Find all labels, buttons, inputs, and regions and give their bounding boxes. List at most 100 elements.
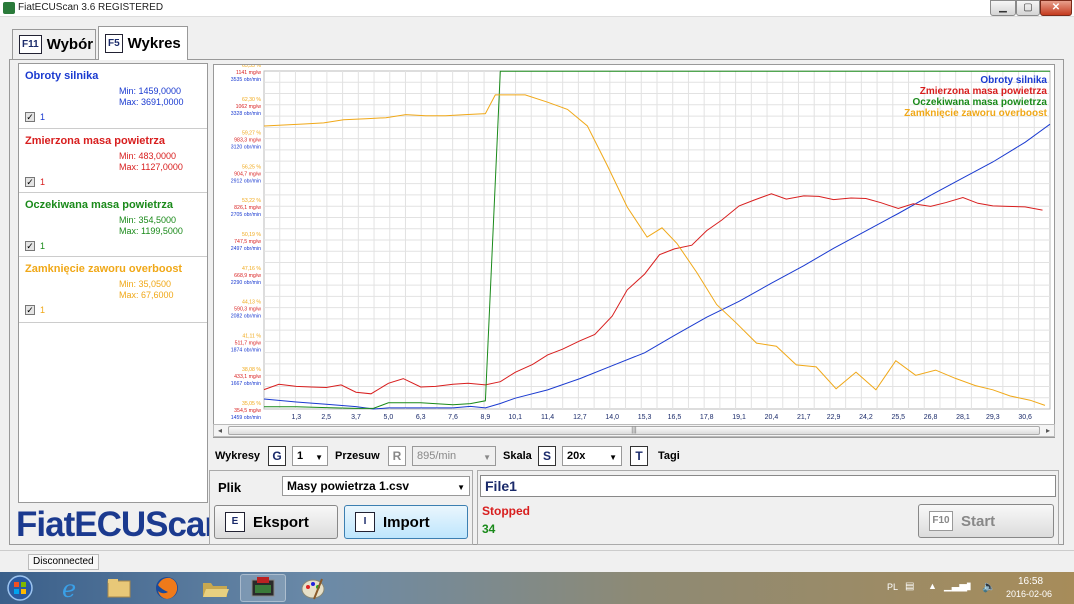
network-signal-icon[interactable]: ▁▃▅ — [944, 581, 967, 592]
chart-area: 1,3 2,5 3,7 5,0 6,3 7,6 8,9 10,1 11,4 12,7 14,0 15,… — [213, 64, 1055, 438]
tagi-key[interactable]: T — [630, 446, 648, 466]
import-button[interactable]: I Import — [344, 505, 468, 539]
y-tick-label: 2912 obr/min — [231, 178, 261, 184]
chart-horizontal-scrollbar[interactable]: ◂ ||| ▸ — [213, 424, 1055, 437]
keyboard-icon[interactable]: ▤ — [905, 581, 914, 592]
series-item[interactable]: Oczekiwana masa powietrza Min: 354,5000 … — [19, 193, 207, 257]
taskbar: e PL ▤ ▲ ▁▃▅ ▮ 🔈 16:58 2016-02-06 — [0, 572, 1074, 604]
x-tick-label: 16,5 — [668, 414, 682, 421]
legend-entry: Zmierzona masa powietrza — [920, 86, 1048, 97]
start-key: F10 — [929, 511, 953, 531]
wykresy-key[interactable]: G — [268, 446, 286, 466]
fiatecuscan-taskbar-icon[interactable] — [240, 574, 286, 602]
x-tick-label: 3,7 — [351, 414, 361, 421]
plik-label: Plik — [218, 480, 242, 495]
skala-value: 20x — [567, 450, 586, 462]
przesuw-select[interactable]: 895/min ▼ — [412, 446, 496, 466]
y-tick-label: 1459 obr/min — [231, 415, 261, 421]
tab-wykres-label: Wykres — [127, 35, 181, 52]
y-tick-label: 3328 obr/min — [231, 111, 261, 117]
volume-icon[interactable]: 🔈 — [982, 580, 996, 593]
scrollbar-thumb[interactable]: ||| — [228, 426, 1040, 435]
y-tick-label: 433,1 mg/w — [234, 374, 261, 380]
status-bar: Disconnected — [0, 550, 1074, 572]
clock-date[interactable]: 2016-02-06 — [1006, 589, 1052, 599]
start-orb-icon[interactable] — [2, 574, 38, 602]
y-tick-label: 3535 obr/min — [231, 77, 261, 83]
series-item[interactable]: Obroty silnika Min: 1459,0000 Max: 3691,… — [19, 64, 207, 129]
tab-wybor-key: F11 — [19, 35, 42, 54]
chevron-down-icon: ▼ — [315, 453, 323, 462]
internet-explorer-icon[interactable]: e — [48, 574, 94, 602]
y-tick-label: 1874 obr/min — [231, 347, 261, 353]
y-tick-label: 35,05 % — [242, 401, 261, 407]
scroll-right-arrow-icon[interactable]: ▸ — [1042, 425, 1054, 436]
eksport-button[interactable]: E Eksport — [214, 505, 338, 539]
connection-status: Disconnected — [28, 554, 99, 570]
x-tick-label: 1,3 — [291, 414, 301, 421]
wykresy-select[interactable]: 1 ▼ — [292, 446, 328, 466]
tab-wykres-key: F5 — [105, 34, 123, 53]
series-checkbox[interactable]: ✓ — [25, 241, 35, 251]
series-checkbox[interactable]: ✓ — [25, 305, 35, 315]
maximize-button[interactable]: ▢ — [1016, 0, 1040, 16]
language-indicator[interactable]: PL — [887, 582, 898, 592]
scroll-left-arrow-icon[interactable]: ◂ — [214, 425, 226, 436]
firefox-icon[interactable] — [144, 574, 190, 602]
battery-icon[interactable]: ▮ — [966, 581, 972, 592]
folder-icon[interactable] — [192, 574, 238, 602]
tagi-label: Tagi — [658, 450, 680, 462]
app-logo: FiatECUScan — [16, 505, 226, 544]
y-tick-label: 38,08 % — [242, 367, 261, 373]
x-tick-label: 6,3 — [416, 414, 426, 421]
tab-wybor[interactable]: F11 Wybór — [12, 29, 96, 59]
skala-select[interactable]: 20x ▼ — [562, 446, 622, 466]
series-checkbox[interactable]: ✓ — [25, 177, 35, 187]
y-tick-label: 354,5 mg/w — [234, 408, 261, 414]
y-tick-label: 904,7 mg/w — [234, 171, 261, 177]
y-tick-label: 62,30 % — [242, 97, 261, 103]
legend-entry: Zamknięcie zaworu overboost — [904, 108, 1047, 119]
y-tick-label: 826,1 mg/w — [234, 205, 261, 211]
file-name-field[interactable]: File1 — [480, 475, 1056, 497]
minimize-button[interactable]: ▁ — [990, 0, 1016, 16]
skala-key[interactable]: S — [538, 446, 556, 466]
clock-time[interactable]: 16:58 — [1018, 576, 1043, 587]
x-tick-label: 30,6 — [1018, 414, 1032, 421]
series-max: Max: 67,6000 — [119, 290, 174, 300]
series-item[interactable]: Zmierzona masa powietrza Min: 483,0000 M… — [19, 129, 207, 193]
paint-icon[interactable] — [290, 574, 336, 602]
start-button[interactable]: F10 Start — [918, 504, 1054, 538]
close-button[interactable]: ✕ — [1040, 0, 1072, 16]
x-tick-label: 19,1 — [732, 414, 746, 421]
x-tick-label: 10,1 — [508, 414, 522, 421]
line-chart: 1,3 2,5 3,7 5,0 6,3 7,6 8,9 10,1 11,4 12,7 14,0 15,… — [231, 65, 1051, 421]
legend-entry: Oczekiwana masa powietrza — [912, 97, 1047, 108]
chevron-down-icon: ▼ — [457, 483, 465, 492]
show-hidden-icons-icon[interactable]: ▲ — [928, 581, 937, 591]
file-select[interactable]: Masy powietrza 1.csv ▼ — [282, 476, 470, 496]
y-tick-label: 65,33 % — [242, 65, 261, 69]
y-tick-label: 2082 obr/min — [231, 314, 261, 320]
y-tick-label: 1141 mg/w — [236, 70, 261, 76]
y-tick-label: 1667 obr/min — [231, 381, 261, 387]
x-tick-label: 8,9 — [481, 414, 491, 421]
y-tick-label: 2497 obr/min — [231, 246, 261, 252]
tab-wykres[interactable]: F5 Wykres — [98, 26, 188, 60]
x-tick-label: 26,8 — [924, 414, 938, 421]
y-tick-label: 747,5 mg/w — [234, 239, 261, 245]
file-explorer-icon[interactable] — [96, 574, 142, 602]
x-tick-label: 22,9 — [827, 414, 841, 421]
y-tick-label: 983,3 mg/w — [234, 138, 261, 144]
y-tick-label: 2705 obr/min — [231, 212, 261, 218]
status-count: 34 — [482, 522, 496, 536]
x-tick-label: 11,4 — [541, 414, 554, 421]
x-tick-label: 12,7 — [573, 414, 587, 421]
series-checkbox[interactable]: ✓ — [25, 112, 35, 122]
series-item[interactable]: Zamknięcie zaworu overboost Min: 35,0500… — [19, 257, 207, 323]
series-name: Zmierzona masa powietrza — [25, 135, 165, 147]
title-bar: FiatECUScan 3.6 REGISTERED ▁ ▢ ✕ — [0, 0, 1074, 17]
import-label: Import — [383, 513, 430, 531]
przesuw-key[interactable]: R — [388, 446, 406, 466]
series-checkbox-label: 1 — [40, 305, 46, 315]
